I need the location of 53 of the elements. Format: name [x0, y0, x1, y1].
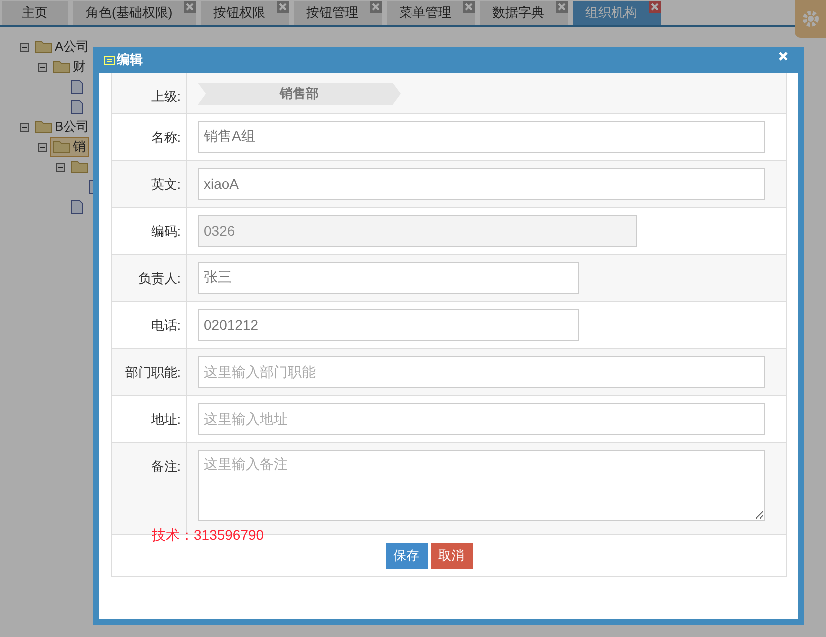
tree-node[interactable]: 财 — [50, 57, 89, 77]
collapse-icon[interactable] — [56, 162, 65, 172]
input-field[interactable]: 销售A组 — [198, 121, 765, 153]
field-label: 上级: — [151, 89, 181, 104]
close-icon[interactable] — [370, 1, 382, 13]
tab[interactable]: 按钮权限 — [200, 1, 289, 25]
input-field[interactable]: xiaoA — [198, 168, 765, 200]
cancel-button[interactable]: 取消 — [430, 542, 472, 568]
settings-icon — [800, 9, 820, 29]
window-icon — [104, 56, 115, 64]
folder-icon — [35, 120, 53, 134]
tab[interactable]: 角色(基础权限) — [73, 1, 196, 25]
document-icon — [71, 200, 84, 214]
tree-node[interactable]: 销 — [50, 137, 89, 157]
tab[interactable]: 菜单管理 — [386, 1, 475, 25]
close-icon[interactable] — [276, 1, 289, 13]
collapse-icon[interactable] — [38, 62, 47, 72]
textarea-field[interactable]: 这里输入备注 — [198, 450, 765, 521]
field-label: 地址: — [151, 412, 181, 427]
input-field[interactable]: 0201212 — [198, 309, 579, 341]
tab[interactable]: 数据字典 — [480, 1, 568, 25]
folder-icon — [71, 160, 89, 174]
dialog-title: 编辑 — [117, 51, 143, 69]
field-label: 电话: — [151, 318, 181, 333]
tree-node[interactable]: B公司 — [32, 117, 93, 137]
input-field[interactable]: 这里输入地址 — [198, 403, 765, 435]
parent-department-tag: 销售部 — [198, 83, 401, 105]
folder-icon — [53, 140, 71, 154]
field-label: 负责人: — [138, 271, 181, 286]
close-icon[interactable] — [184, 1, 196, 13]
input-field[interactable]: 这里输入部门职能 — [198, 356, 765, 388]
tab[interactable]: 按钮管理 — [294, 1, 382, 25]
collapse-icon[interactable] — [38, 142, 47, 152]
collapse-icon[interactable] — [20, 122, 29, 132]
field-label: 编码: — [151, 224, 181, 239]
tree-node[interactable]: A公司 — [32, 37, 93, 57]
document-icon — [71, 80, 84, 94]
folder-icon — [35, 40, 53, 54]
field-label: 备注: — [151, 459, 181, 474]
close-icon[interactable] — [462, 1, 475, 13]
document-icon — [71, 100, 84, 114]
save-button[interactable]: 保存 — [386, 542, 428, 568]
folder-icon — [53, 60, 71, 74]
field-label: 英文: — [151, 177, 181, 192]
field-label: 名称: — [151, 130, 181, 145]
input-field[interactable]: 张三 — [198, 262, 579, 294]
contact-note: 技术：313596790 — [152, 527, 264, 545]
collapse-icon[interactable] — [20, 42, 29, 52]
field-label: 部门职能: — [125, 365, 181, 380]
close-icon[interactable] — [779, 52, 788, 60]
close-icon[interactable] — [556, 1, 568, 13]
close-icon[interactable] — [648, 1, 661, 13]
tab[interactable]: 主页 — [2, 1, 68, 25]
